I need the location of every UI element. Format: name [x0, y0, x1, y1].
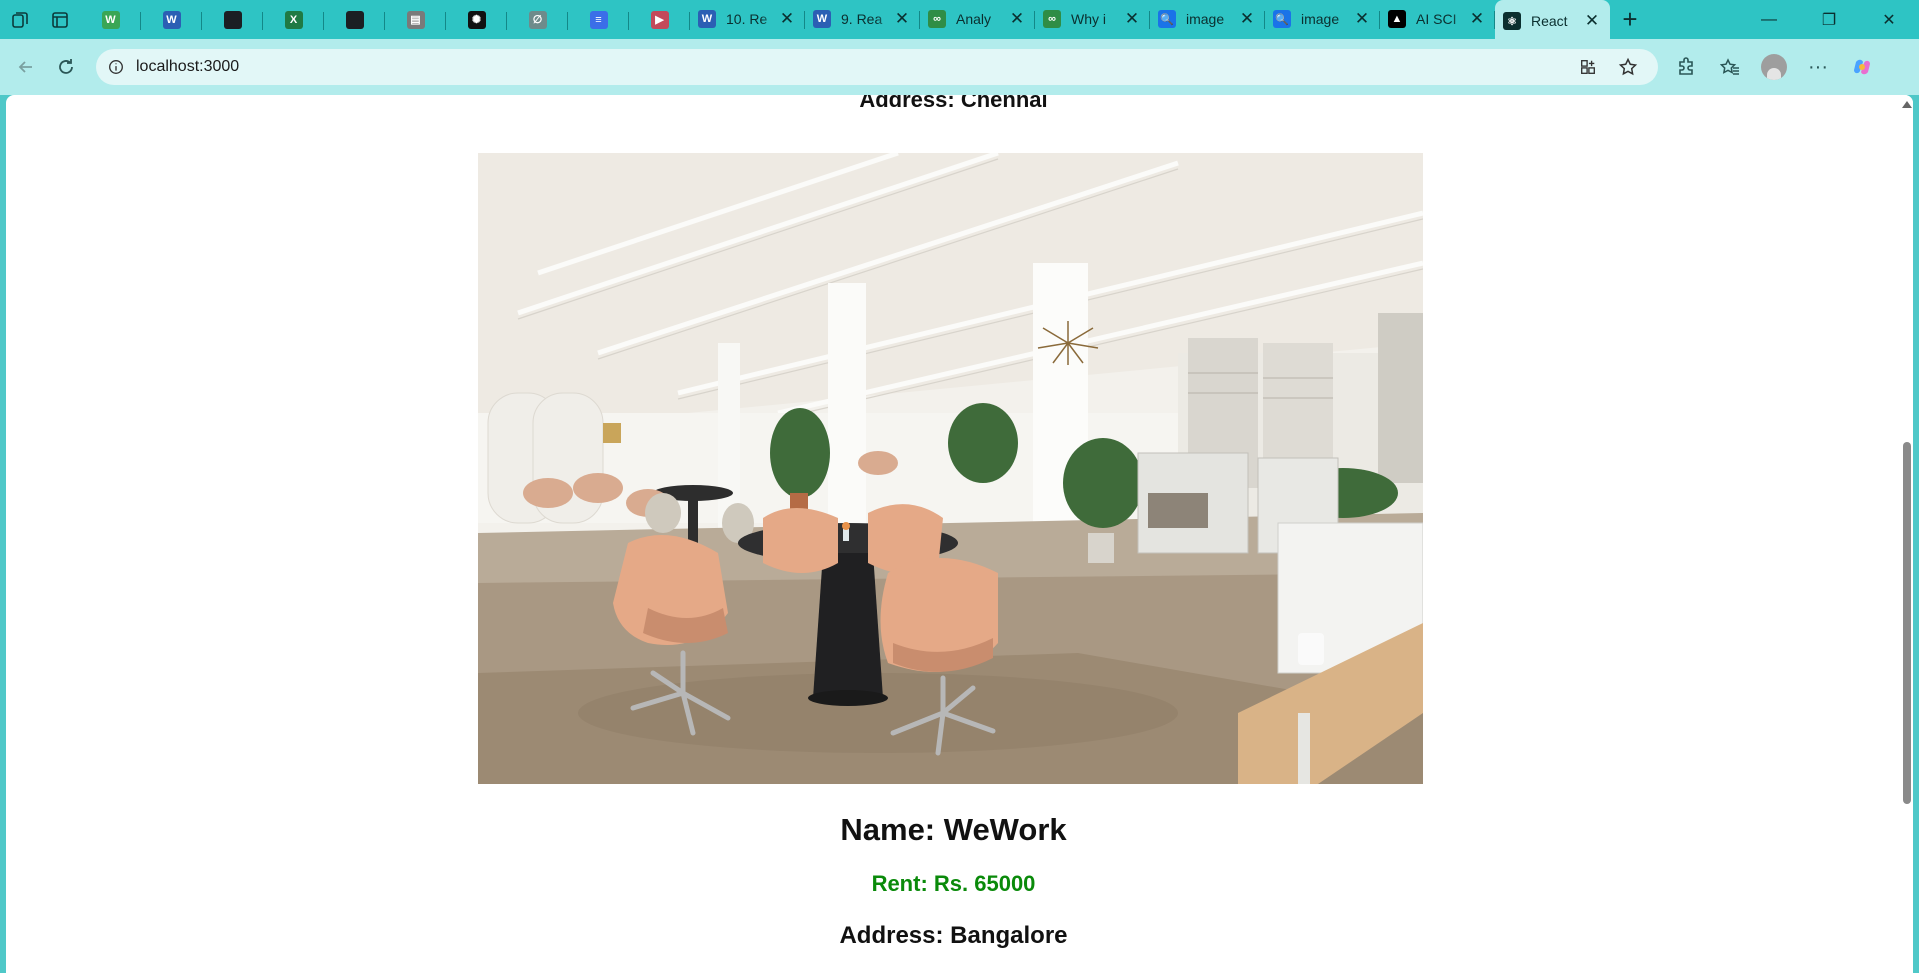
browser-tab[interactable]: ▲ AI SCI ✕ [1380, 3, 1495, 35]
word-icon: W [813, 10, 831, 28]
listing-rent: Rent: Rs. 65000 [871, 871, 1036, 896]
tab-title: image [1301, 11, 1340, 27]
close-tab-icon[interactable]: ✕ [1237, 9, 1257, 29]
wix-icon: W [101, 10, 120, 29]
tab-title: image [1186, 11, 1225, 27]
browser-tab[interactable]: ⚛ React ✕ [1495, 0, 1610, 42]
close-window-button[interactable]: ✕ [1859, 0, 1919, 39]
browser-toolbar: localhost:3000 ··· [0, 39, 1919, 95]
word-icon: W [162, 10, 181, 29]
page-viewport: Address: Chennai Name: WeWork Rent: Rs. … [6, 95, 1913, 973]
tab-title: Why i [1071, 11, 1106, 27]
browser-tab[interactable]: ∞ Analy ✕ [920, 3, 1035, 35]
profile-avatar[interactable] [1752, 49, 1796, 85]
scrollbar-thumb[interactable] [1903, 442, 1911, 804]
search-icon: 🔍 [1273, 10, 1291, 28]
perplexity-icon: ∅ [528, 10, 547, 29]
url-text[interactable]: localhost:3000 [136, 58, 1568, 76]
copilot-icon[interactable] [1840, 49, 1884, 85]
close-tab-icon[interactable]: ✕ [1007, 9, 1027, 29]
tab-strip: W W X ▤ ✺ ∅ ≡ ▶ W 10. Re ✕ W 9. Rea ✕ ∞ Analy ✕ ∞ Why i ✕ 🔍… [0, 0, 1919, 42]
restore-button[interactable]: ❐ [1799, 0, 1859, 39]
pinned-tab[interactable]: W [141, 4, 202, 36]
more-options-icon[interactable]: ··· [1796, 49, 1840, 85]
extensions-icon[interactable] [1664, 49, 1708, 85]
address-bar[interactable]: localhost:3000 [96, 49, 1658, 85]
pinned-tab[interactable]: ∅ [507, 4, 568, 36]
pinned-tab[interactable]: ✺ [446, 4, 507, 36]
app-available-icon[interactable] [1568, 52, 1608, 82]
ai-icon: ▲ [1388, 10, 1406, 28]
workspaces-icon[interactable] [0, 4, 40, 36]
listing-name: Name: WeWork [840, 812, 1067, 847]
pinned-tab[interactable]: X [263, 4, 324, 36]
new-tab-button[interactable]: + [1610, 4, 1650, 36]
close-tab-icon[interactable]: ✕ [892, 9, 912, 29]
previous-listing-address: Address: Chennai [859, 95, 1048, 112]
pinned-tab[interactable]: ≡ [568, 4, 629, 36]
youtube-icon: ▶ [650, 10, 669, 29]
pdf-icon: ▤ [406, 10, 425, 29]
listing-photo [478, 153, 1423, 784]
pinned-tab[interactable]: W [80, 4, 141, 36]
browser-tab[interactable]: ∞ Why i ✕ [1035, 3, 1150, 35]
chatgpt-icon: ✺ [467, 10, 486, 29]
scroll-up-arrow-icon[interactable] [1902, 101, 1912, 108]
react-icon: ⚛ [1503, 12, 1521, 30]
close-tab-icon[interactable]: ✕ [1122, 9, 1142, 29]
pinned-tab[interactable] [202, 4, 263, 36]
tab-title: 9. Rea [841, 11, 883, 27]
browser-tab[interactable]: 🔍 image ✕ [1150, 3, 1265, 35]
excel-icon: X [284, 10, 303, 29]
favorites-icon[interactable] [1708, 49, 1752, 85]
word-icon: W [698, 10, 716, 28]
minimize-button[interactable]: — [1739, 0, 1799, 39]
browser-tab[interactable]: W 10. Re ✕ [690, 3, 805, 35]
pinned-tab[interactable] [324, 4, 385, 36]
listing-address: Address: Bangalore [839, 922, 1068, 949]
tab-title: React [1531, 13, 1568, 29]
browser-tab[interactable]: 🔍 image ✕ [1265, 3, 1380, 35]
tab-actions-icon[interactable] [40, 4, 80, 36]
geeksforgeeks-icon: ∞ [928, 10, 946, 28]
docs-icon: ≡ [589, 10, 608, 29]
pinned-tab[interactable]: ▤ [385, 4, 446, 36]
github-icon [345, 10, 364, 29]
github-icon [223, 10, 242, 29]
site-info-icon[interactable] [106, 57, 126, 77]
close-tab-icon[interactable]: ✕ [1352, 9, 1372, 29]
favorite-star-icon[interactable] [1608, 52, 1648, 82]
search-icon: 🔍 [1158, 10, 1176, 28]
geeksforgeeks-icon: ∞ [1043, 10, 1061, 28]
tab-title: AI SCI [1416, 11, 1457, 27]
reload-button[interactable] [46, 49, 86, 85]
browser-tab[interactable]: W 9. Rea ✕ [805, 3, 920, 35]
tab-title: 10. Re [726, 11, 768, 27]
close-tab-icon[interactable]: ✕ [777, 9, 797, 29]
pinned-tab[interactable]: ▶ [629, 4, 690, 36]
close-tab-icon[interactable]: ✕ [1467, 9, 1487, 29]
tab-title: Analy [956, 11, 992, 27]
vertical-scrollbar[interactable] [1901, 95, 1913, 973]
back-button[interactable] [6, 49, 46, 85]
close-tab-icon[interactable]: ✕ [1582, 11, 1602, 31]
